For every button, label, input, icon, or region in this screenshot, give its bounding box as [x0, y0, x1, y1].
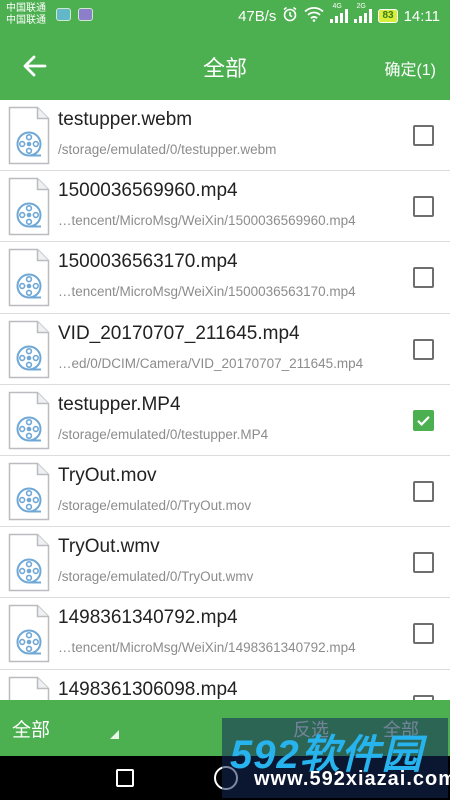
select-checkbox[interactable] — [413, 338, 434, 360]
carrier-labels: 中国联通 中国联通 — [6, 3, 46, 27]
network-tag-2g: 2G — [356, 3, 366, 10]
alarm-icon — [282, 6, 298, 26]
file-name: testupper.webm — [58, 109, 193, 130]
video-file-icon — [8, 391, 50, 449]
signal-2g-icon: 2G — [354, 3, 373, 23]
file-path: /storage/emulated/0/TryOut.wmv — [58, 569, 254, 585]
file-name: 1500036563170.mp4 — [58, 251, 238, 273]
select-checkbox[interactable] — [413, 125, 434, 146]
file-row[interactable]: VID_20170707_211645.mp4 …ed/0/DCIM/Camer… — [0, 313, 450, 385]
app-bar: 全部 确定(1) — [0, 32, 450, 100]
video-file-icon — [8, 533, 50, 592]
file-name: testupper.MP4 — [58, 393, 181, 415]
video-file-icon — [8, 605, 50, 663]
file-name: 1498361306098.mp4 — [58, 678, 238, 700]
file-row[interactable]: TryOut.mov /storage/emulated/0/TryOut.mo… — [0, 455, 450, 528]
network-speed: 47B/s — [238, 7, 277, 25]
video-file-icon — [8, 106, 50, 165]
select-checkbox[interactable] — [413, 623, 434, 645]
file-path: /storage/emulated/0/TryOut.mov — [58, 497, 252, 513]
video-file-icon — [8, 676, 50, 700]
file-name: 1500036569960.mp4 — [58, 180, 238, 202]
status-right: 47B/s 4G 2G 83 14:11 — [232, 3, 440, 26]
select-checkbox[interactable] — [413, 267, 434, 289]
file-path: …ed/0/DCIM/Camera/VID_20170707_211645.mp… — [58, 355, 364, 371]
file-row[interactable]: 1498361340792.mp4 …tencent/MicroMsg/WeiX… — [0, 598, 450, 670]
select-checkbox[interactable] — [413, 552, 434, 574]
network-tag-4g: 4G — [332, 3, 342, 10]
file-name: TryOut.wmv — [58, 536, 160, 558]
screen: 中国联通 中国联通 47B/s 4G 2G 83 14:11 全部 确定(1) … — [0, 0, 450, 800]
file-name: VID_20170707_211645.mp4 — [58, 322, 300, 344]
file-path: …tencent/MicroMsg/WeiXin/1498361340792.m… — [58, 640, 356, 656]
status-bar: 中国联通 中国联通 47B/s 4G 2G 83 14:11 — [0, 0, 450, 32]
carrier-1: 中国联通 — [6, 3, 46, 14]
file-name: 1498361340792.mp4 — [58, 607, 238, 629]
file-path: …tencent/MicroMsg/WeiXin/1500036569960.m… — [58, 213, 356, 229]
confirm-button[interactable]: 确定(1) — [384, 56, 436, 80]
video-file-icon — [8, 249, 50, 307]
file-list[interactable]: testupper.webm /storage/emulated/0/testu… — [0, 100, 450, 700]
carrier-2: 中国联通 — [6, 15, 46, 26]
file-path: /storage/emulated/0/testupper.webm — [58, 142, 277, 157]
back-button[interactable] — [18, 50, 52, 82]
signal-4g-icon: 4G — [330, 3, 349, 23]
select-checkbox[interactable] — [413, 196, 434, 218]
file-row[interactable]: 1498361306098.mp4 — [0, 669, 450, 700]
filter-dropdown[interactable]: 全部 — [0, 700, 125, 756]
file-path: /storage/emulated/0/testupper.MP4 — [58, 426, 269, 442]
filter-dropdown-label: 全部 — [12, 720, 51, 741]
file-name: TryOut.mov — [58, 464, 157, 486]
notification-app-icon — [56, 8, 71, 21]
watermark: 592软件园 www.592xiazai.com — [222, 718, 450, 798]
select-checkbox[interactable] — [413, 409, 434, 431]
battery-icon: 83 — [378, 9, 398, 23]
watermark-site: www.592xiazai.com — [254, 768, 450, 790]
file-row[interactable]: 1500036563170.mp4 …tencent/MicroMsg/WeiX… — [0, 242, 450, 314]
file-row[interactable]: testupper.MP4 /storage/emulated/0/testup… — [0, 384, 450, 456]
arrow-left-icon — [23, 55, 47, 77]
checkmark-icon — [417, 415, 430, 426]
video-file-icon — [8, 177, 50, 236]
file-path: …tencent/MicroMsg/WeiXin/1500036563170.m… — [58, 284, 356, 300]
video-file-icon — [8, 320, 50, 378]
battery-level: 83 — [382, 10, 394, 21]
recent-apps-button[interactable] — [116, 769, 134, 787]
clock: 14:11 — [403, 7, 440, 25]
file-row[interactable]: testupper.webm /storage/emulated/0/testu… — [0, 100, 450, 172]
dropdown-arrow-icon — [110, 730, 119, 739]
select-checkbox[interactable] — [413, 480, 434, 502]
file-row[interactable]: 1500036569960.mp4 …tencent/MicroMsg/WeiX… — [0, 171, 450, 243]
video-file-icon — [8, 462, 50, 521]
wifi-icon — [304, 6, 325, 26]
notification-gallery-icon — [78, 8, 93, 21]
file-row[interactable]: TryOut.wmv /storage/emulated/0/TryOut.wm… — [0, 527, 450, 599]
page-title: 全部 — [202, 56, 247, 81]
